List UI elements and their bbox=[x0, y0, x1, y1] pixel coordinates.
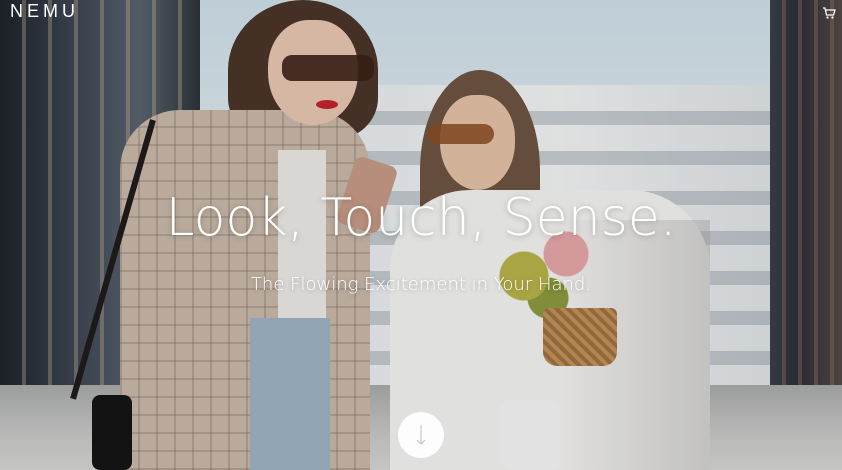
scroll-down-button[interactable] bbox=[398, 412, 444, 458]
site-logo[interactable]: NEMU bbox=[10, 1, 79, 22]
hero-headline: Look, Touch, Sense. bbox=[165, 188, 677, 248]
cart-icon[interactable] bbox=[820, 4, 838, 22]
hero-subheadline: The Flowing Excitement in Your Hand. bbox=[250, 274, 592, 295]
arrow-down-icon bbox=[416, 425, 426, 445]
hero-section: NEMU Look, Touch, Sense. The Flowing Exc… bbox=[0, 0, 842, 470]
